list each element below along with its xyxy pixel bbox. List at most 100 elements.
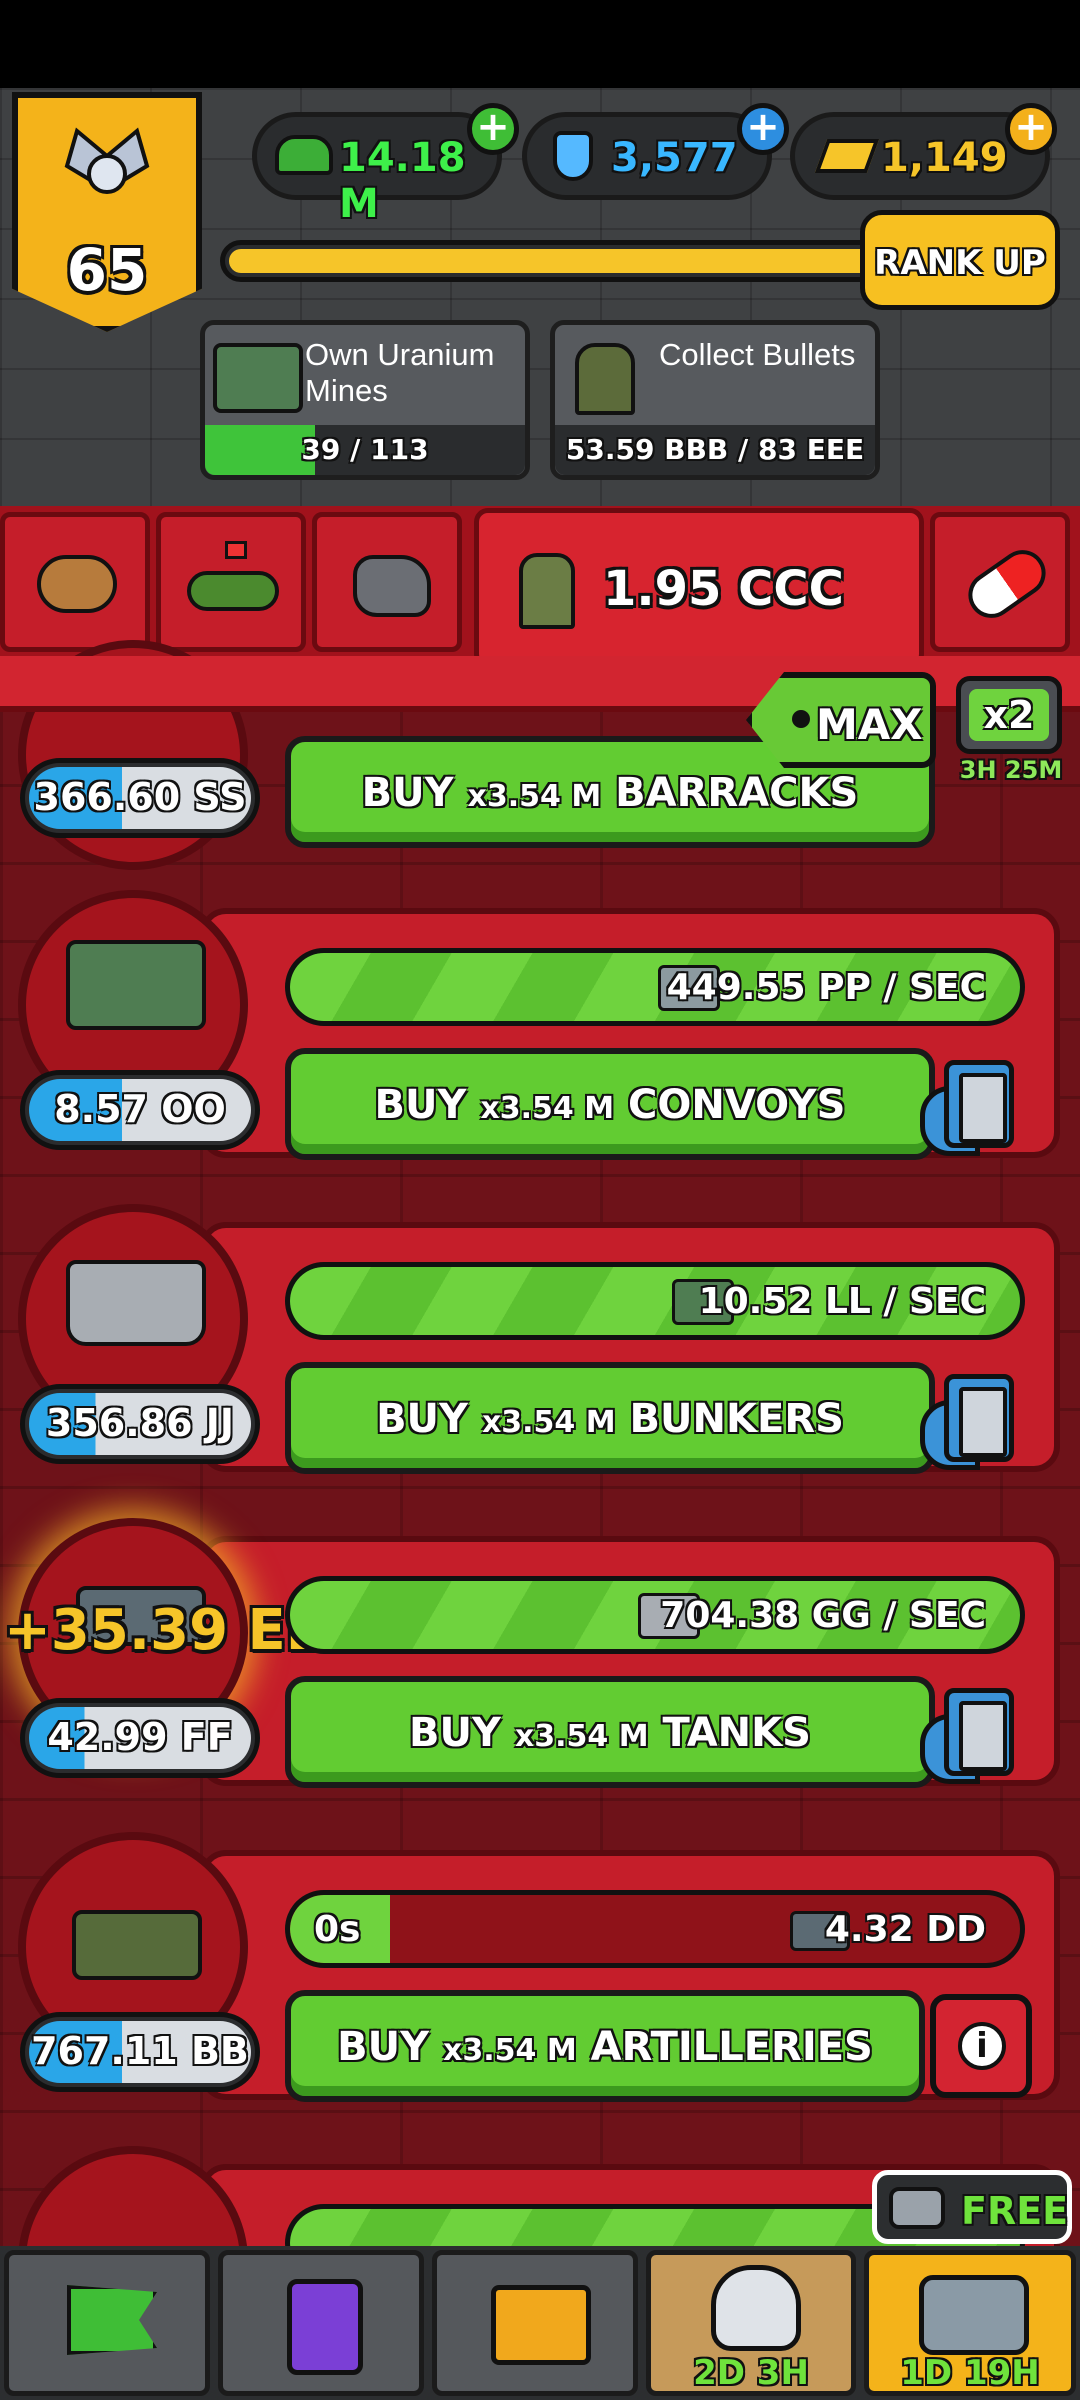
tanks-cost: 42.99 FF	[20, 1698, 260, 1778]
tanks-rate-bar: 704.38 GG / SEC	[285, 1576, 1025, 1654]
red-flag-icon	[225, 541, 247, 559]
card-icon	[944, 1688, 1014, 1776]
buy-artilleries-button[interactable]: BUY x3.54 M ARTILLERIES	[285, 1990, 925, 2102]
free-chest-badge[interactable]: FREE	[872, 2170, 1072, 2244]
bunker-icon	[66, 1260, 206, 1346]
boost-label: x2	[983, 693, 1035, 737]
goal-title: Own Uranium Mines	[305, 337, 495, 408]
artilleries-timer-bar: 0s 4.32 DD	[285, 1890, 1025, 1968]
cost-text: 356.86 JJ	[45, 1401, 235, 1445]
goal-progress-text: 39 / 113	[301, 433, 429, 466]
artillery-icon	[72, 1910, 202, 1980]
chest-small-icon	[889, 2187, 945, 2229]
bullets-icon	[519, 553, 575, 629]
nav-event[interactable]: 2D 3H	[646, 2250, 856, 2396]
research-counter[interactable]: 3,577 +	[522, 103, 789, 200]
tab-potato[interactable]	[0, 512, 150, 652]
cash-counter[interactable]: 14.18 M +	[252, 103, 519, 227]
rank-banner[interactable]: 65	[12, 92, 202, 332]
gold-value: 1,149	[881, 135, 1008, 181]
goal-progress-bar: 39 / 113	[205, 425, 525, 475]
chest-icon	[919, 2275, 1029, 2355]
max-label: MAX	[816, 700, 923, 749]
goal-card-uranium[interactable]: Own Uranium Mines 39 / 113	[200, 320, 530, 480]
info-icon: i	[958, 2022, 1006, 2070]
xp-bar-fill	[229, 249, 891, 273]
convoys-card-button[interactable]	[920, 1046, 1040, 1166]
tab-field[interactable]	[156, 512, 306, 652]
add-cash-plus-icon[interactable]: +	[467, 103, 519, 155]
goal-progress-bar: 53.59 BBB / 83 EEE	[555, 425, 875, 475]
rank-level: 65	[66, 236, 148, 304]
buy-bunkers-button[interactable]: BUY x3.54 M BUNKERS	[285, 1362, 935, 1474]
buy-tanks-button[interactable]: BUY x3.54 M TANKS	[285, 1676, 935, 1788]
card-icon	[944, 1374, 1014, 1462]
boost-timer: 3H 25M	[959, 756, 1063, 784]
rank-up-button[interactable]: RANK UP	[860, 210, 1060, 310]
add-research-plus-icon[interactable]: +	[737, 103, 789, 155]
cost-text: 8.57 OO	[54, 1087, 226, 1131]
active-tab-amount: 1.95 CCC	[603, 561, 844, 617]
tab-ore[interactable]	[312, 512, 462, 652]
rate-text: 449.55 PP / SEC	[666, 967, 986, 1008]
rate-text: 704.38 GG / SEC	[660, 1595, 986, 1636]
tab-bullets-active[interactable]: 1.95 CCC	[474, 508, 924, 668]
boost-screen: x2	[956, 676, 1062, 754]
nav-intel[interactable]	[432, 2250, 638, 2396]
nav-cards[interactable]	[218, 2250, 424, 2396]
folder-icon	[491, 2285, 591, 2365]
ore-icon	[353, 555, 431, 617]
max-multiplier-button[interactable]: MAX	[746, 672, 936, 768]
buy-convoys-button[interactable]: BUY x3.54 M CONVOYS	[285, 1048, 935, 1160]
tanks-card-button[interactable]	[920, 1674, 1040, 1794]
floating-gain: +35.39 EE	[4, 1598, 325, 1663]
goal-progress-text: 53.59 BBB / 83 EEE	[565, 433, 865, 466]
wings-skull-icon	[62, 126, 152, 206]
skull-helmet-icon	[711, 2265, 801, 2351]
flag-icon	[67, 2285, 157, 2355]
uranium-mine-icon	[213, 343, 303, 413]
cash-value: 14.18 M	[339, 135, 466, 227]
cost-text: 767.11 BB	[31, 2029, 249, 2073]
cost-text: 366.60 SS	[33, 775, 247, 819]
buy-label: BUY x3.54 M CONVOYS	[374, 1082, 846, 1128]
truck-icon	[66, 940, 206, 1030]
buy-label: BUY x3.54 M ARTILLERIES	[337, 2024, 873, 2070]
potato-icon	[37, 555, 117, 613]
event-timer: 2D 3H	[693, 2353, 809, 2393]
bunkers-card-button[interactable]	[920, 1360, 1040, 1480]
flag-field-icon	[187, 571, 279, 611]
chest-timer: 1D 19H	[900, 2353, 1040, 2393]
free-label: FREE	[961, 2189, 1069, 2233]
gold-bars-icon	[814, 139, 880, 173]
rank-up-label: RANK UP	[874, 243, 1046, 283]
bunkers-cost: 356.86 JJ	[20, 1384, 260, 1464]
cap-icon	[275, 135, 333, 175]
add-gold-plus-icon[interactable]: +	[1005, 103, 1057, 155]
bullets-icon	[575, 343, 635, 415]
x2-boost-button[interactable]: x2 3H 25M	[950, 672, 1072, 792]
rate-text: 10.52 LL / SEC	[698, 1281, 986, 1322]
nav-missions[interactable]	[4, 2250, 210, 2396]
cost-text: 42.99 FF	[47, 1715, 233, 1759]
artilleries-info-button[interactable]: i	[930, 1994, 1032, 2098]
rate-text: 4.32 DD	[824, 1909, 986, 1950]
tag-hole	[792, 710, 810, 728]
barracks-cost: 366.60 SS	[20, 758, 260, 838]
pill-icon	[959, 541, 1055, 627]
gold-counter[interactable]: 1,149 +	[790, 103, 1057, 200]
bunkers-rate-bar: 10.52 LL / SEC	[285, 1262, 1025, 1340]
flask-icon	[553, 131, 593, 181]
buy-label: BUY x3.54 M BARRACKS	[361, 770, 859, 816]
timer-text: 0s	[314, 1909, 361, 1950]
buy-label: BUY x3.54 M BUNKERS	[376, 1396, 844, 1442]
nav-chest[interactable]: 1D 19H	[864, 2250, 1076, 2396]
goal-title: Collect Bullets	[659, 337, 856, 372]
tab-pill[interactable]	[930, 512, 1070, 652]
buy-label: BUY x3.54 M TANKS	[409, 1710, 811, 1756]
convoys-rate-bar: 449.55 PP / SEC	[285, 948, 1025, 1026]
research-value: 3,577	[611, 135, 738, 181]
goal-card-bullets[interactable]: Collect Bullets 53.59 BBB / 83 EEE	[550, 320, 880, 480]
convoys-cost: 8.57 OO	[20, 1070, 260, 1150]
cards-icon	[287, 2279, 363, 2375]
